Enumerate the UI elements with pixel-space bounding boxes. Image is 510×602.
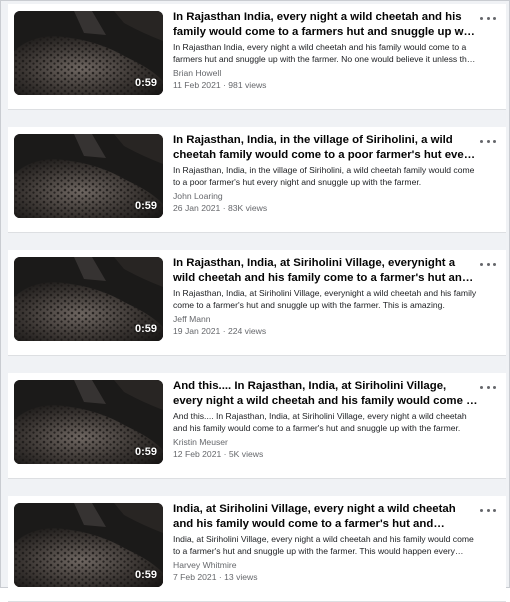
video-duration: 0:59 xyxy=(134,569,157,581)
more-options-icon[interactable] xyxy=(480,136,496,146)
video-date: 7 Feb 2021 xyxy=(173,572,217,582)
video-views: 981 views xyxy=(228,80,267,90)
video-views: 224 views xyxy=(227,326,267,336)
dot xyxy=(480,508,483,512)
dot xyxy=(493,385,496,389)
dot xyxy=(493,508,496,512)
dot xyxy=(480,262,483,266)
video-author[interactable]: Kristin Meuser xyxy=(173,436,478,448)
video-result-card[interactable]: 0:59 In Rajasthan, India, in the village… xyxy=(8,127,506,233)
video-views: 5K views xyxy=(228,449,264,459)
video-date: 12 Feb 2021 xyxy=(173,449,222,459)
dot xyxy=(480,139,483,143)
video-author[interactable]: John Loaring xyxy=(173,190,478,202)
video-info: In Rajasthan, India, at Siriholini Villa… xyxy=(173,256,478,337)
video-views: 83K views xyxy=(227,203,268,213)
dot xyxy=(486,139,490,143)
video-info: India, at Siriholini Village, every nigh… xyxy=(173,502,478,583)
video-result-card[interactable]: 0:59 In Rajasthan India, every night a w… xyxy=(8,4,506,110)
video-author[interactable]: Jeff Mann xyxy=(173,313,478,325)
dot xyxy=(493,16,496,20)
video-description: And this.... In Rajasthan, India, at Sir… xyxy=(173,411,467,433)
video-title[interactable]: And this.... In Rajasthan, India, at Sir… xyxy=(173,379,478,409)
video-duration: 0:59 xyxy=(134,446,157,458)
video-duration: 0:59 xyxy=(134,77,157,89)
more-options-icon[interactable] xyxy=(480,13,496,23)
video-title[interactable]: In Rajasthan, India, at Siriholini Villa… xyxy=(173,256,478,286)
video-results-list: 0:59 In Rajasthan India, every night a w… xyxy=(8,4,506,602)
video-result-card[interactable]: 0:59 And this.... In Rajasthan, India, a… xyxy=(8,373,506,479)
video-date: 11 Feb 2021 xyxy=(173,80,221,90)
dot xyxy=(480,385,483,389)
video-meta: 7 Feb 2021 · 13 views xyxy=(173,571,478,583)
video-description: India, at Siriholini Village, every nigh… xyxy=(173,534,474,556)
video-description: In Rajasthan India, every night a wild c… xyxy=(173,42,476,64)
dot xyxy=(493,139,496,143)
video-info: In Rajasthan India, every night a wild c… xyxy=(173,10,478,91)
video-thumbnail[interactable]: 0:59 xyxy=(14,11,163,95)
video-meta: 11 Feb 2021 · 981 views xyxy=(173,79,478,91)
video-author[interactable]: Harvey Whitmire xyxy=(173,559,478,571)
video-title[interactable]: India, at Siriholini Village, every nigh… xyxy=(173,502,478,532)
video-title[interactable]: In Rajasthan India, every night a wild c… xyxy=(173,10,478,40)
dot xyxy=(486,508,490,512)
video-thumbnail[interactable]: 0:59 xyxy=(14,503,163,587)
video-results-panel: 0:59 In Rajasthan India, every night a w… xyxy=(0,0,510,602)
video-result-card[interactable]: 0:59 India, at Siriholini Village, every… xyxy=(8,496,506,602)
video-duration: 0:59 xyxy=(134,200,157,212)
video-thumbnail[interactable]: 0:59 xyxy=(14,134,163,218)
video-views: 13 views xyxy=(224,572,258,582)
dot xyxy=(486,262,490,266)
video-date: 19 Jan 2021 xyxy=(173,326,221,336)
video-duration: 0:59 xyxy=(134,323,157,335)
video-description: In Rajasthan, India, at Siriholini Villa… xyxy=(173,288,477,310)
video-description: In Rajasthan, India, in the village of S… xyxy=(173,165,475,187)
meta-separator: · xyxy=(221,449,229,459)
video-thumbnail[interactable]: 0:59 xyxy=(14,257,163,341)
meta-separator: · xyxy=(220,203,228,213)
more-options-icon[interactable] xyxy=(480,382,496,392)
meta-separator: · xyxy=(216,572,225,582)
meta-separator: · xyxy=(220,326,228,336)
dot xyxy=(486,16,490,20)
video-thumbnail[interactable]: 0:59 xyxy=(14,380,163,464)
more-options-icon[interactable] xyxy=(480,259,496,269)
video-date: 26 Jan 2021 xyxy=(173,203,221,213)
dot xyxy=(480,16,483,20)
video-meta: 26 Jan 2021 · 83K views xyxy=(173,202,478,214)
dot xyxy=(493,262,496,266)
video-info: In Rajasthan, India, in the village of S… xyxy=(173,133,478,214)
video-meta: 12 Feb 2021 · 5K views xyxy=(173,448,478,460)
video-info: And this.... In Rajasthan, India, at Sir… xyxy=(173,379,478,460)
video-title[interactable]: In Rajasthan, India, in the village of S… xyxy=(173,133,478,163)
video-meta: 19 Jan 2021 · 224 views xyxy=(173,325,478,337)
dot xyxy=(486,385,490,389)
more-options-icon[interactable] xyxy=(480,505,496,515)
video-author[interactable]: Brian Howell xyxy=(173,67,478,79)
video-result-card[interactable]: 0:59 In Rajasthan, India, at Siriholini … xyxy=(8,250,506,356)
